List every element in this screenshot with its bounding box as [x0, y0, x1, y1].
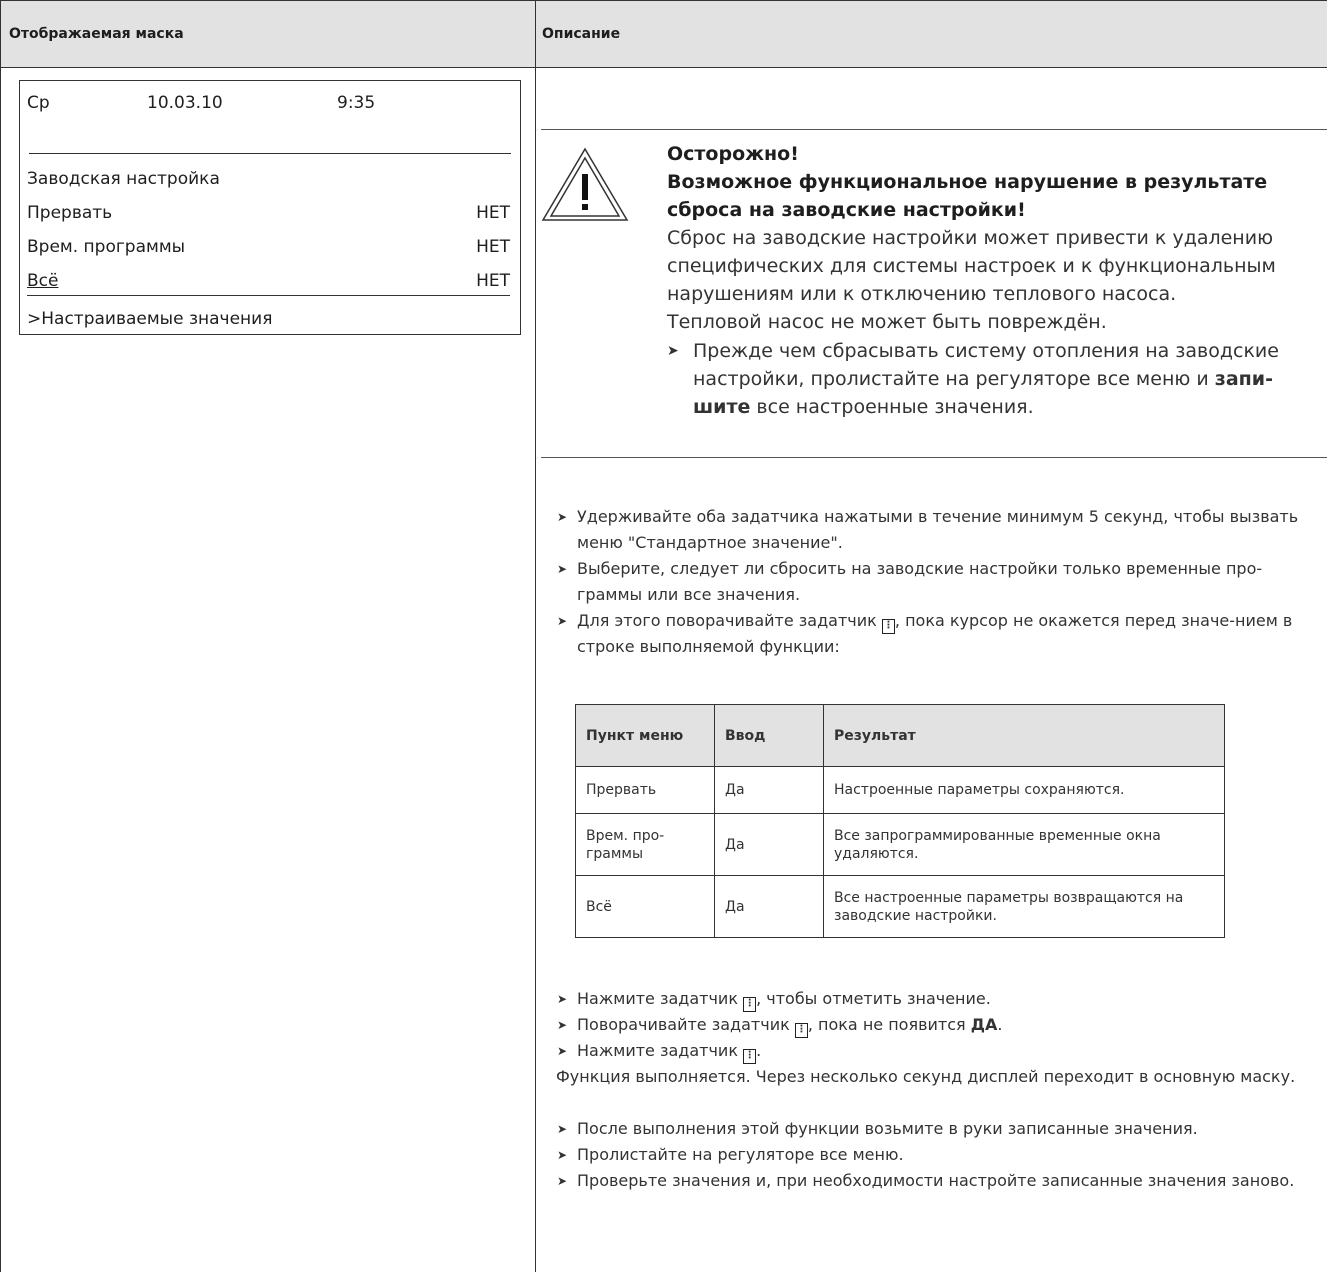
warning-triangle-icon: [541, 147, 629, 221]
step-text-end: , чтобы отметить значение.: [756, 989, 991, 1008]
step-text: Выберите, следует ли сбросить на заводск…: [577, 559, 1263, 604]
table-cell: Настроенные параметры сохраняются.: [823, 766, 1225, 814]
mask-datetime: Ср 10.03.10 9:35: [27, 93, 510, 113]
mask-row-label: Врем. программы: [27, 237, 186, 257]
table-cell: Прервать: [575, 766, 715, 814]
warning-body2: Тепловой насос не может быть повреждён.: [667, 311, 1107, 333]
step-text: Проверьте значения и, при необходимости …: [577, 1171, 1295, 1190]
table-cell: Да: [714, 875, 824, 938]
mask-row-value: НЕТ: [476, 203, 510, 223]
step-text: Пролистайте на регуляторе все меню.: [577, 1145, 904, 1164]
table-header: Результат: [823, 704, 1225, 767]
knob-icon: ⋮: [743, 997, 757, 1012]
mask-title-text: Заводская настройка: [27, 169, 220, 189]
step-text-mid: , пока не появится: [807, 1015, 971, 1034]
table-cell: Врем. про-граммы: [575, 813, 715, 876]
mask-row-value: НЕТ: [476, 237, 510, 257]
arrow-icon: ➤: [557, 510, 568, 524]
arrow-icon: ➤: [557, 1148, 568, 1162]
list-item: ➤ Нажмите задатчик ⋮.: [557, 1038, 1317, 1064]
list-item: ➤ Выберите, следует ли сбросить на заводс…: [557, 556, 1317, 608]
arrow-icon: ➤: [557, 614, 568, 628]
warning-top-rule: [541, 129, 1327, 130]
mask-time: 9:35: [337, 93, 376, 113]
arrow-icon: ➤: [667, 343, 679, 359]
header-description: Описание: [535, 0, 1327, 68]
table-header: Пункт меню: [575, 704, 715, 767]
arrow-icon: ➤: [557, 562, 568, 576]
steps-list-1: ➤ Удерживайте оба задатчика нажатыми в те…: [557, 504, 1317, 660]
warning-action-text: Прежде чем сбрасывать систему отопления …: [693, 340, 1279, 390]
warning-subtitle: Возможное функциональное нарушение в рез…: [667, 171, 1268, 221]
mask-date: 10.03.10: [147, 93, 223, 113]
table-cell: Всё: [575, 875, 715, 938]
step-text-end: .: [756, 1041, 762, 1060]
result-text: Функция выполняется. Через несколько сек…: [556, 1067, 1296, 1086]
mask-footer: >Настраиваемые значения: [27, 309, 510, 329]
mask-footer-text: >Настраиваемые значения: [27, 309, 273, 329]
table-cell: Все настроенные параметры возвращаются н…: [823, 875, 1225, 938]
mask-row-cancel: Прервать НЕТ: [27, 203, 510, 223]
warning-body: Сброс на заводские настройки может приве…: [667, 227, 1276, 305]
step-text: Нажмите задатчик: [577, 989, 738, 1008]
warning-action: ➤ Прежде чем сбрасывать систему отоплени…: [667, 337, 1327, 421]
step-text: Удерживайте оба задатчика нажатыми в теч…: [577, 507, 1299, 552]
result-table: Пункт меню Ввод Результат Прервать Да На…: [575, 704, 1225, 938]
list-item: ➤ Поворачивайте задатчик ⋮, пока не появи…: [557, 1012, 1317, 1038]
table-cell: Да: [714, 813, 824, 876]
display-mask: Ср 10.03.10 9:35 Заводская настройка Пре…: [19, 80, 521, 335]
warning-action-end: все настроенные значения.: [750, 396, 1034, 418]
mask-row-value: НЕТ: [476, 271, 510, 291]
knob-icon: ⋮: [743, 1049, 757, 1064]
table-row: Врем. про-граммы Да Все запрограммирован…: [575, 813, 1225, 876]
table-cell: Все запрограммированные временные окна у…: [823, 813, 1225, 876]
steps-list-3: ➤ После выполнения этой функции возьмите …: [557, 1116, 1317, 1194]
mask-day: Ср: [27, 93, 50, 113]
mask-title: Заводская настройка: [27, 169, 510, 189]
mask-row-label: Прервать: [27, 203, 113, 223]
knob-icon: ⋮: [881, 619, 895, 634]
arrow-icon: ➤: [557, 1044, 568, 1058]
warning-bottom-rule: [541, 457, 1327, 458]
left-border: [0, 0, 1, 1272]
warning-title: Осторожно!: [667, 143, 799, 165]
table-cell: Да: [714, 766, 824, 814]
column-divider: [535, 0, 536, 1272]
mask-row-label: Всё: [27, 271, 59, 291]
step-text: После выполнения этой функции возьмите в…: [577, 1119, 1198, 1138]
mask-row-time-programs: Врем. программы НЕТ: [27, 237, 510, 257]
arrow-icon: ➤: [557, 1018, 568, 1032]
arrow-icon: ➤: [557, 1122, 568, 1136]
step-text-end: .: [997, 1015, 1003, 1034]
table-header-row: Пункт меню Ввод Результат: [575, 704, 1225, 767]
list-item: ➤ Удерживайте оба задатчика нажатыми в те…: [557, 504, 1317, 556]
table-row: Всё Да Все настроенные параметры возвращ…: [575, 875, 1225, 938]
mask-row-all: Всё НЕТ: [27, 271, 510, 296]
list-item: ➤ Пролистайте на регуляторе все меню.: [557, 1142, 1317, 1168]
header-display-mask: Отображаемая маска: [0, 0, 535, 68]
table-header: Ввод: [714, 704, 824, 767]
list-item: ➤ Проверьте значения и, при необходимости…: [557, 1168, 1317, 1194]
steps-list-2: ➤ Нажмите задатчик ⋮, чтобы отметить знач…: [557, 986, 1317, 1064]
list-item: ➤ Нажмите задатчик ⋮, чтобы отметить знач…: [557, 986, 1317, 1012]
warning-text: Осторожно! Возможное функциональное нару…: [667, 140, 1327, 421]
step-text: Поворачивайте задатчик: [577, 1015, 790, 1034]
arrow-icon: ➤: [557, 992, 568, 1006]
list-item: ➤ После выполнения этой функции возьмите …: [557, 1116, 1317, 1142]
mask-separator: [29, 153, 511, 154]
step-text: Для этого поворачивайте задатчик: [577, 611, 877, 630]
table-row: Прервать Да Настроенные параметры сохран…: [575, 766, 1225, 814]
list-item: ➤ Для этого поворачивайте задатчик ⋮, пок…: [557, 608, 1317, 660]
arrow-icon: ➤: [557, 1174, 568, 1188]
step-text: Нажмите задатчик: [577, 1041, 738, 1060]
step-text-bold: ДА: [970, 1015, 998, 1034]
knob-icon: ⋮: [794, 1023, 808, 1038]
page: Отображаемая маска Описание Ср 10.03.10 …: [0, 0, 1327, 1272]
